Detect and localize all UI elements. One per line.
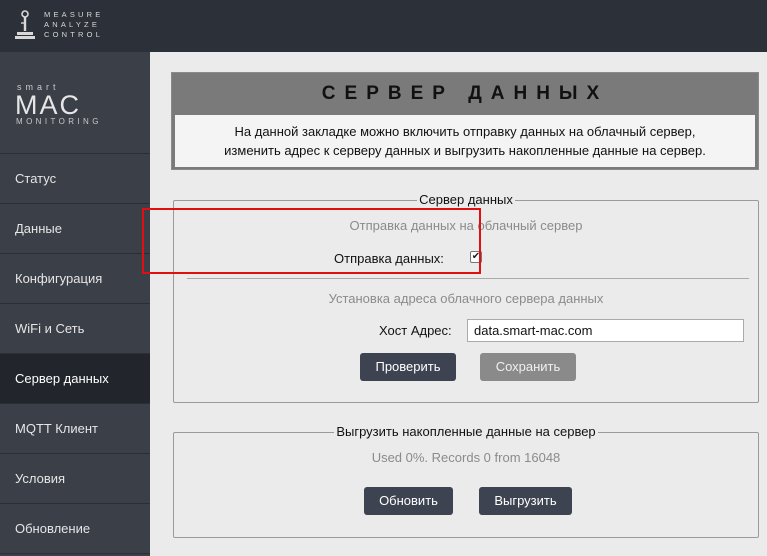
data-server-fieldset: Сервер данных Отправка данных на облачны… xyxy=(173,192,759,403)
top-bar: MEASURE ANALYZE CONTROL xyxy=(0,0,767,52)
send-section-title: Отправка данных на облачный сервер xyxy=(349,218,583,233)
sidebar-item-mqtt-client[interactable]: MQTT Клиент xyxy=(0,404,150,454)
upload-button[interactable]: Выгрузить xyxy=(479,487,572,515)
address-section-title: Установка адреса облачного сервера данны… xyxy=(328,291,604,306)
section-divider xyxy=(187,278,749,279)
data-server-legend: Сервер данных xyxy=(417,192,515,207)
refresh-button[interactable]: Обновить xyxy=(364,487,453,515)
logo-line-control: CONTROL xyxy=(44,30,104,39)
page-header: СЕРВЕР ДАННЫХ На данной закладке можно в… xyxy=(171,72,759,170)
send-data-label: Отправка данных: xyxy=(334,251,444,266)
host-address-label: Хост Адрес: xyxy=(379,323,452,338)
main-content: СЕРВЕР ДАННЫХ На данной закладке можно в… xyxy=(150,52,767,556)
sidebar: smart MAC MONITORING Статус Данные Конфи… xyxy=(0,52,150,556)
description-line-1: На данной закладке можно включить отправ… xyxy=(234,124,696,139)
brand-logo: smart MAC MONITORING xyxy=(0,52,150,154)
sidebar-item-data-server[interactable]: Сервер данных xyxy=(0,354,150,404)
page-title: СЕРВЕР ДАННЫХ xyxy=(321,83,609,104)
upload-fieldset: Выгрузить накопленные данные на сервер U… xyxy=(173,424,759,538)
check-button[interactable]: Проверить xyxy=(360,353,456,381)
brand-monitoring: MONITORING xyxy=(16,117,102,126)
sidebar-item-wifi-network[interactable]: WiFi и Сеть xyxy=(0,304,150,354)
logo-line-measure: MEASURE xyxy=(44,10,104,19)
measure-logo-icon xyxy=(15,10,35,39)
page-description: На данной закладке можно включить отправ… xyxy=(175,115,755,167)
host-address-input[interactable]: data.smart-mac.com xyxy=(467,319,744,342)
logo-line-analyze: ANALYZE xyxy=(44,20,101,29)
sidebar-item-data[interactable]: Данные xyxy=(0,204,150,254)
storage-status: Used 0%. Records 0 from 16048 xyxy=(371,450,561,465)
sidebar-item-conditions[interactable]: Условия xyxy=(0,454,150,504)
send-data-checkbox[interactable]: ✔ xyxy=(470,251,482,263)
sidebar-item-status[interactable]: Статус xyxy=(0,154,150,204)
sidebar-item-update[interactable]: Обновление xyxy=(0,504,150,554)
sidebar-item-configuration[interactable]: Конфигурация xyxy=(0,254,150,304)
upload-legend: Выгрузить накопленные данные на сервер xyxy=(334,424,598,439)
save-button[interactable]: Сохранить xyxy=(480,353,576,381)
logo-text: MEASURE ANALYZE CONTROL xyxy=(44,10,104,40)
description-line-2: изменить адрес к серверу данных и выгруз… xyxy=(224,143,706,158)
